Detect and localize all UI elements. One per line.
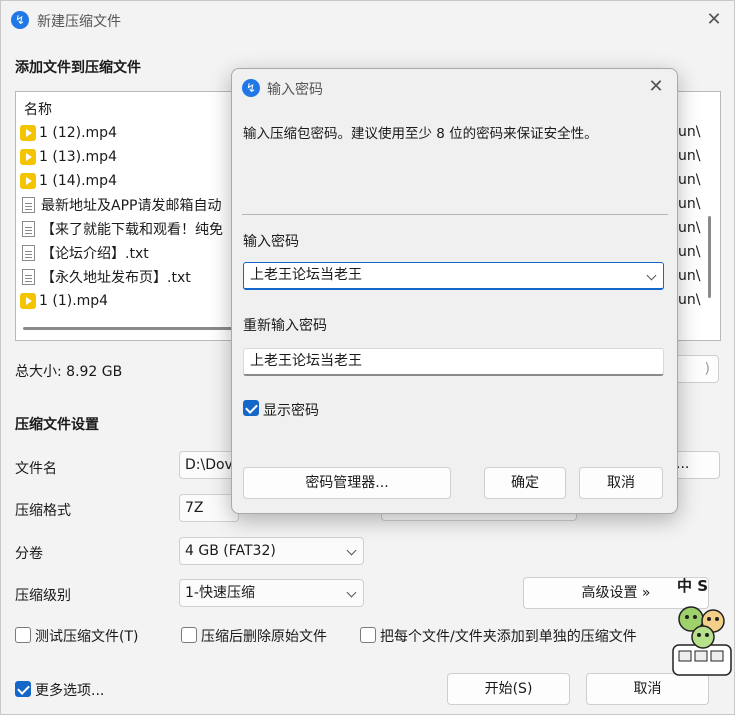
file-path-fragment: un\ <box>678 124 701 140</box>
video-file-icon <box>20 125 36 141</box>
file-name: 1 (1).mp4 <box>39 293 109 309</box>
file-name: 【永久地址发布页】.txt <box>41 270 191 286</box>
dialog-cancel-button[interactable]: 取消 <box>579 467 663 499</box>
file-path-fragment: un\ <box>678 220 701 236</box>
file-name: 1 (14).mp4 <box>39 173 117 189</box>
file-list-row[interactable]: 最新地址及APP请发邮箱自动 <box>20 193 221 217</box>
separate-archives-checkbox[interactable] <box>360 627 376 643</box>
test-archive-checkbox[interactable] <box>15 627 31 643</box>
file-name: 1 (13).mp4 <box>39 149 117 165</box>
file-list-row[interactable]: 1 (12).mp4 <box>20 121 117 145</box>
level-select[interactable]: 1-快速压缩 <box>179 579 364 607</box>
confirm-password-label: 重新输入密码 <box>243 318 327 334</box>
more-options-checkbox[interactable] <box>15 681 31 697</box>
video-file-icon <box>20 149 36 165</box>
test-archive-label[interactable]: 测试压缩文件(T) <box>35 626 138 646</box>
password-manager-button[interactable]: 密码管理器... <box>243 467 451 499</box>
dialog-close-icon[interactable]: ✕ <box>644 75 668 99</box>
dialog-app-icon: ↯ <box>242 79 260 97</box>
filename-input[interactable]: D:\Dov <box>179 451 239 479</box>
total-size: 总大小: 8.92 GB <box>15 364 123 380</box>
format-select[interactable]: 7Z <box>179 494 239 522</box>
separate-archives-label[interactable]: 把每个文件/文件夹添加到单独的压缩文件 <box>380 626 637 646</box>
mascot-image: 中 S <box>669 577 733 679</box>
bandizip-app-icon: ↯ <box>11 11 29 29</box>
file-path-fragment: un\ <box>678 172 701 188</box>
file-path-fragment: un\ <box>678 244 701 260</box>
password-label: 输入密码 <box>243 234 299 250</box>
split-label: 分卷 <box>15 546 43 562</box>
mascot-text: 中 S <box>677 577 709 595</box>
file-name: 最新地址及APP请发邮箱自动 <box>41 198 222 214</box>
title-bar: ↯ 新建压缩文件 ✕ <box>1 1 734 39</box>
frog-sticker-icon <box>672 606 732 676</box>
text-file-icon <box>22 221 35 237</box>
dialog-ok-button[interactable]: 确定 <box>484 467 566 499</box>
password-input[interactable]: 上老王论坛当老王 <box>243 262 664 290</box>
close-icon[interactable]: ✕ <box>702 8 726 32</box>
file-name: 1 (12).mp4 <box>39 125 117 141</box>
dialog-description: 输入压缩包密码。建议使用至少 8 位的密码来保证安全性。 <box>243 126 598 142</box>
file-list-row[interactable]: 【论坛介绍】.txt <box>20 241 149 265</box>
file-path-fragment: un\ <box>678 196 701 212</box>
confirm-password-value: 上老王论坛当老王 <box>250 353 362 369</box>
file-path-fragment: un\ <box>678 292 701 308</box>
text-file-icon <box>22 245 35 261</box>
file-list-row[interactable]: 【来了就能下载和观看！纯免 <box>20 217 223 241</box>
level-label: 压缩级别 <box>15 588 71 604</box>
show-password-label[interactable]: 显示密码 <box>263 400 319 420</box>
dialog-title: 输入密码 <box>267 82 323 98</box>
show-password-checkbox[interactable] <box>243 400 259 416</box>
password-value: 上老王论坛当老王 <box>250 267 362 283</box>
list-header-name[interactable]: 名称 <box>24 99 52 119</box>
video-file-icon <box>20 173 36 189</box>
vertical-scrollbar[interactable] <box>708 216 711 298</box>
file-list-row[interactable]: 【永久地址发布页】.txt <box>20 265 191 289</box>
format-label: 压缩格式 <box>15 503 71 519</box>
file-name: 【论坛介绍】.txt <box>41 246 149 262</box>
filename-label: 文件名 <box>15 461 57 477</box>
file-list-row[interactable]: 1 (14).mp4 <box>20 169 117 193</box>
file-list-row[interactable]: 1 (13).mp4 <box>20 145 117 169</box>
split-select[interactable]: 4 GB (FAT32) <box>179 537 364 565</box>
more-options-label[interactable]: 更多选项... <box>35 680 104 700</box>
dialog-separator <box>242 214 668 215</box>
add-files-section-title: 添加文件到压缩文件 <box>15 60 141 76</box>
file-name: 【来了就能下载和观看！纯免 <box>41 222 223 238</box>
confirm-password-input[interactable]: 上老王论坛当老王 <box>243 348 664 376</box>
archive-settings-title: 压缩文件设置 <box>15 417 99 433</box>
file-path-fragment: un\ <box>678 268 701 284</box>
delete-after-checkbox[interactable] <box>181 627 197 643</box>
text-file-icon <box>22 197 35 213</box>
window-title: 新建压缩文件 <box>37 14 121 30</box>
video-file-icon <box>20 293 36 309</box>
horizontal-scrollbar[interactable] <box>23 327 233 330</box>
file-list-row[interactable]: 1 (1).mp4 <box>20 289 108 313</box>
password-dialog: ↯ 输入密码 ✕ 输入压缩包密码。建议使用至少 8 位的密码来保证安全性。 输入… <box>231 68 678 514</box>
file-path-fragment: un\ <box>678 148 701 164</box>
delete-after-label[interactable]: 压缩后删除原始文件 <box>201 626 327 646</box>
text-file-icon <box>22 269 35 285</box>
start-button[interactable]: 开始(S) <box>447 673 570 705</box>
